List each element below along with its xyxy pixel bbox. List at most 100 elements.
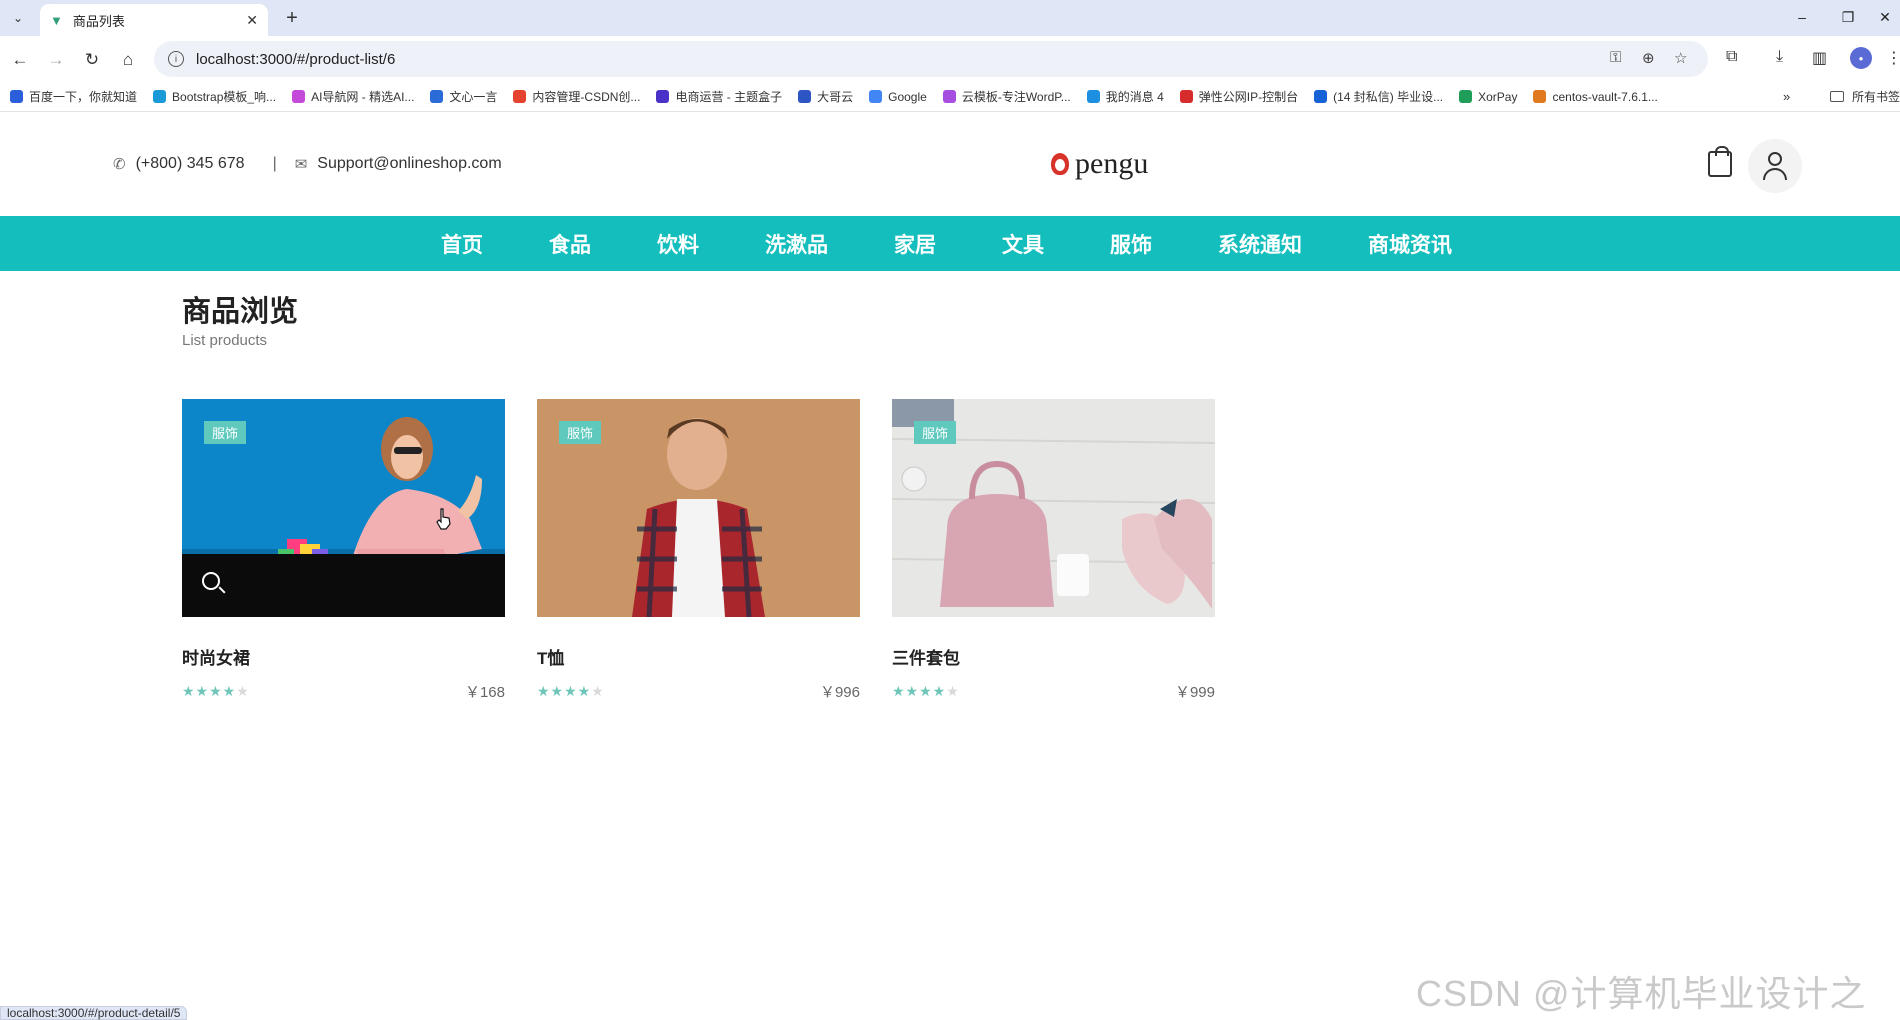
all-bookmarks-label: 所有书签 xyxy=(1852,90,1900,104)
bookmark-label: Bootstrap模板_响... xyxy=(172,90,277,104)
bookmark-item[interactable]: 云模板-专注WordP... xyxy=(942,88,1071,105)
product-image[interactable]: 服饰 xyxy=(182,399,505,617)
user-icon xyxy=(1768,152,1782,166)
nav-item[interactable]: 首页 xyxy=(441,229,483,259)
bookmark-favicon-icon xyxy=(1179,90,1193,103)
all-bookmarks-button[interactable]: 所有书签 xyxy=(1830,88,1900,105)
nav-item[interactable]: 洗漱品 xyxy=(765,229,828,259)
product-price: ￥168 xyxy=(464,684,505,701)
product-name[interactable]: 时尚女裙 xyxy=(182,644,505,669)
zoom-icon[interactable]: ⊕ xyxy=(1642,49,1655,67)
browser-tab-active[interactable]: ▼ 商品列表 ✕ xyxy=(40,4,268,36)
user-account-button[interactable] xyxy=(1748,139,1802,193)
bookmark-label: (14 封私信) 毕业设... xyxy=(1333,90,1444,104)
side-panel-icon[interactable]: ▥ xyxy=(1812,48,1827,68)
password-key-icon[interactable]: ⚿ xyxy=(1610,49,1621,66)
bookmark-favicon-icon xyxy=(798,90,812,103)
bookmark-label: 百度一下，你就知道 xyxy=(29,90,138,104)
product-card[interactable]: 服饰 T恤 ★★★★★ ￥996 xyxy=(537,399,860,702)
folder-icon xyxy=(1830,91,1844,102)
bookmark-label: 我的消息 4 xyxy=(1105,90,1164,104)
phone-icon: ✆ xyxy=(113,156,126,173)
bookmark-item[interactable]: AI导航网 - 精选AI... xyxy=(292,88,414,105)
bookmark-star-icon[interactable]: ☆ xyxy=(1674,49,1687,67)
category-badge: 服饰 xyxy=(559,421,602,444)
product-image[interactable]: 服饰 xyxy=(892,399,1215,617)
nav-item[interactable]: 家居 xyxy=(894,229,936,259)
downloads-icon[interactable]: ⤓ xyxy=(1776,48,1783,66)
bookmark-label: 电商运营 - 主题盒子 xyxy=(675,90,783,104)
csdn-watermark: CSDN @计算机毕业设计之家 xyxy=(1416,973,1867,1014)
shopping-bag-icon[interactable] xyxy=(1708,146,1732,177)
profile-avatar-icon[interactable]: ● xyxy=(1850,47,1872,69)
bookmarks-overflow-icon[interactable]: » xyxy=(1783,89,1790,104)
bookmark-item[interactable]: 我的消息 4 xyxy=(1086,88,1164,105)
bookmark-item[interactable]: XorPay xyxy=(1459,90,1517,104)
page-title: 商品浏览 xyxy=(182,296,299,328)
nav-item[interactable]: 食品 xyxy=(549,229,591,259)
penguin-logo-icon xyxy=(1051,153,1069,175)
nav-item[interactable]: 饮料 xyxy=(657,229,699,259)
site-header: ✆ (+800) 345 678 | ✉ Support@onlineshop.… xyxy=(0,113,1900,216)
support-email[interactable]: Support@onlineshop.com xyxy=(317,155,501,173)
minimize-icon[interactable]: – xyxy=(1780,0,1824,34)
bookmark-favicon-icon xyxy=(430,90,444,103)
contact-info: ✆ (+800) 345 678 | ✉ Support@onlineshop.… xyxy=(113,155,502,173)
new-tab-icon[interactable]: + xyxy=(278,4,306,32)
product-name[interactable]: T恤 xyxy=(537,644,860,669)
menu-kebab-icon[interactable]: ⋮ xyxy=(1886,48,1900,68)
bookmark-favicon-icon xyxy=(10,90,23,103)
nav-item[interactable]: 文具 xyxy=(1002,229,1044,259)
bookmark-item[interactable]: 大哥云 xyxy=(798,88,853,105)
restore-icon[interactable]: ❐ xyxy=(1826,0,1870,34)
bookmark-item[interactable]: 内容管理-CSDN创... xyxy=(513,88,640,105)
site-logo[interactable]: pengu xyxy=(1051,147,1148,181)
bookmark-favicon-icon xyxy=(153,90,167,103)
rating-stars: ★★★★★ xyxy=(892,683,960,699)
phone-number[interactable]: (+800) 345 678 xyxy=(136,155,245,173)
product-card[interactable]: 服饰 时尚女裙 ★★★★★ ￥168 xyxy=(182,399,505,702)
status-bar-url: localhost:3000/#/product-detail/5 xyxy=(0,1006,188,1020)
bookmark-favicon-icon xyxy=(513,90,527,103)
bookmark-label: XorPay xyxy=(1478,89,1518,104)
site-info-icon[interactable]: i xyxy=(168,51,184,67)
bookmark-label: AI导航网 - 精选AI... xyxy=(311,90,415,104)
tab-close-icon[interactable]: ✕ xyxy=(246,12,258,29)
browser-tabstrip: ⌄ ▼ 商品列表 ✕ + – ❐ ✕ xyxy=(0,0,1900,36)
address-bar[interactable]: i localhost:3000/#/product-list/6 ⚿ ⊕ ☆ xyxy=(154,41,1708,77)
tab-search-chevron-icon[interactable]: ⌄ xyxy=(6,6,30,30)
rating-stars: ★★★★★ xyxy=(182,683,250,699)
mail-icon: ✉ xyxy=(294,156,308,173)
bookmark-item[interactable]: 文心一言 xyxy=(430,88,497,105)
product-card[interactable]: 服饰 三件套包 ★★★★★ ￥999 xyxy=(892,399,1215,702)
product-name[interactable]: 三件套包 xyxy=(892,644,1215,669)
bookmark-item[interactable]: 电商运营 - 主题盒子 xyxy=(656,88,782,105)
contact-separator: | xyxy=(272,155,277,172)
bookmark-favicon-icon xyxy=(942,90,956,103)
nav-item[interactable]: 系统通知 xyxy=(1218,229,1302,259)
forward-icon[interactable]: → xyxy=(42,46,70,74)
nav-item[interactable]: 商城资讯 xyxy=(1368,229,1452,259)
quick-view-search-icon[interactable] xyxy=(202,572,220,590)
bookmark-favicon-icon xyxy=(1086,90,1100,103)
nav-item[interactable]: 服饰 xyxy=(1110,229,1152,259)
back-icon[interactable]: ← xyxy=(6,46,34,74)
bookmark-item[interactable]: centos-vault-7.6.1... xyxy=(1533,90,1658,104)
product-price: ￥996 xyxy=(819,684,860,701)
main-nav: 首页 食品 饮料 洗漱品 家居 文具 服饰 系统通知 商城资讯 xyxy=(0,216,1900,271)
product-image[interactable]: 服饰 xyxy=(537,399,860,617)
bookmark-item[interactable]: (14 封私信) 毕业设... xyxy=(1314,88,1443,105)
bookmark-label: 弹性公网IP-控制台 xyxy=(1198,90,1299,104)
page-subtitle: List products xyxy=(182,332,268,349)
hover-overlay xyxy=(182,554,505,617)
extensions-icon[interactable]: ⧉ xyxy=(1726,48,1737,66)
bookmark-item[interactable]: Google xyxy=(869,90,927,104)
reload-icon[interactable]: ↻ xyxy=(78,46,106,74)
bookmark-item[interactable]: Bootstrap模板_响... xyxy=(153,88,276,105)
bookmark-item[interactable]: 百度一下，你就知道 xyxy=(10,88,137,105)
address-url: localhost:3000/#/product-list/6 xyxy=(196,50,396,68)
rating-stars: ★★★★★ xyxy=(537,683,605,699)
home-icon[interactable]: ⌂ xyxy=(114,46,142,74)
close-window-icon[interactable]: ✕ xyxy=(1870,0,1900,34)
bookmark-item[interactable]: 弹性公网IP-控制台 xyxy=(1179,88,1299,105)
